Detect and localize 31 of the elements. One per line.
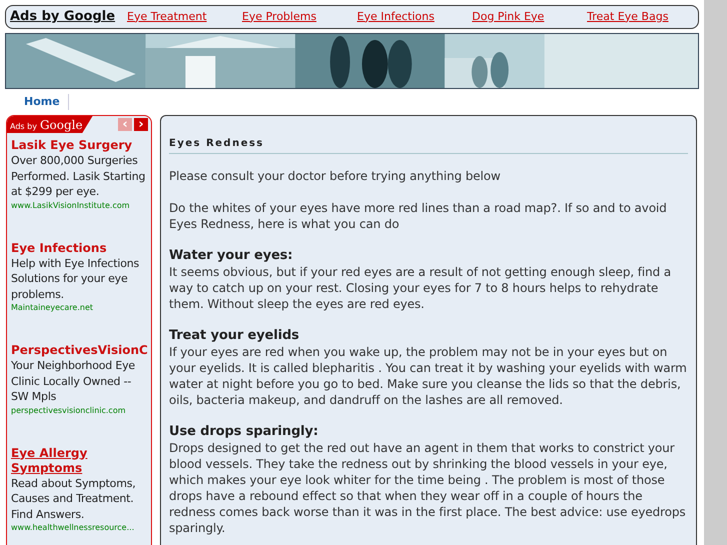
logo-text: Ads by: [10, 121, 37, 133]
ad-text: Over 800,000 Surgeries Performed. Lasik Starting at $299 per eye.: [11, 153, 146, 200]
paragraph: Do the whites of your eyes have more red lines than a road map?. If so and to avoid Eyes Redness, here is what you can do: [169, 200, 668, 232]
section-heading: Water your eyes:: [169, 248, 294, 264]
ad-link[interactable]: Treat Eye Bags: [587, 8, 702, 26]
section-heading: Use drops sparingly:: [169, 424, 320, 440]
paragraph: It seems obvious, but if your red eyes are a result of not getting enough sleep, find a way to catch up on your rest. Closing your eyes for 7 to 8 hours helps to rehydrate them. Without sleep the eyes are red eyes.: [169, 264, 672, 312]
logo-text: Google: [40, 117, 83, 134]
article-title: Eyes Redness: [169, 137, 266, 151]
ad-text: Help with Eye Infections Solutions for your eye problems.: [11, 256, 140, 302]
ad-link[interactable]: Dog Pink Eye: [472, 8, 587, 26]
ad-url[interactable]: www.LasikVisionInstitute.com: [11, 200, 130, 210]
ad-url[interactable]: perspectivesvisionclinic.com: [11, 404, 126, 416]
ad-title-link[interactable]: Lasik Eye Surgery: [11, 138, 132, 153]
ads-by-google-link[interactable]: Ads by Google: [10, 7, 127, 27]
ad-text: Your Neighborhood Eye Clinic Locally Owned -- SW Mpls: [11, 358, 136, 404]
ad-link[interactable]: Eye Infections: [357, 8, 472, 26]
section-heading: Treat your eyelids: [169, 328, 300, 344]
paragraph: Drops designed to get the red out have an agent in them that works to constrict your blood vessels. They take the redness out by shrinking the blood vessels in your eye, which makes your eye look whiter for the time being . The problem is most of those drops have a rebound effect so that when they wear off in a couple of hours the redness comes back worse than it was in the first place. The best advice: use eyedrops sparingly.: [169, 440, 687, 536]
home-link[interactable]: Home: [24, 94, 69, 110]
ad-link[interactable]: Eye Problems: [242, 8, 357, 26]
paragraph: If your eyes are red when you wake up, the problem may not be in your eyes but on your eyelids. It is called blepharitis . You can treat it by washing your eyelids with warm water at night before you go to bed. Make sure you cleanse the lids so that the debris, oils, bacteria makeup, and dandruff on the lashes are all removed.: [169, 344, 688, 408]
ad-url[interactable]: Maintaineyecare.net: [11, 302, 94, 313]
ad-title-link[interactable]: PerspectivesVisionC: [11, 343, 148, 358]
next-button[interactable]: ›: [134, 118, 148, 131]
ad-title-link[interactable]: Eye Allergy Symptoms: [11, 446, 150, 476]
ad-text: Read about Symptoms, Causes and Treatment. Find Answers.: [11, 476, 137, 522]
paragraph: Please consult your doctor before trying anything below: [169, 168, 502, 184]
ad-url[interactable]: www.healthwellnessresource...: [11, 522, 134, 533]
ad-link[interactable]: Eye Treatment: [127, 8, 242, 26]
ad-title-link[interactable]: Eye Infections: [11, 240, 107, 256]
